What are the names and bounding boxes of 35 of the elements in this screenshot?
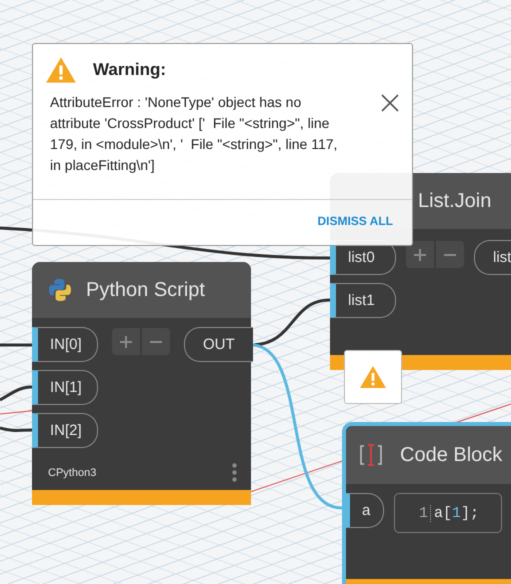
- remove-input-button[interactable]: [436, 241, 464, 268]
- logo-icon: [48, 278, 72, 302]
- output-port[interactable]: OUT: [184, 327, 253, 362]
- add-input-button[interactable]: [112, 328, 140, 355]
- warning-bubble[interactable]: [344, 350, 402, 404]
- input-port[interactable]: IN[1]: [32, 370, 98, 405]
- input-port[interactable]: list1: [330, 283, 396, 318]
- brackets-icon: [358, 443, 384, 467]
- node-card[interactable]: Code Block a 1 a[1];: [342, 422, 511, 584]
- node-title: List.Join: [418, 190, 492, 212]
- close-button[interactable]: [380, 94, 400, 114]
- output-port[interactable]: list: [474, 240, 511, 275]
- input-port[interactable]: a: [346, 493, 384, 528]
- remove-input-button[interactable]: [142, 328, 170, 355]
- wire: [0, 344, 32, 346]
- popup-title: Warning:: [93, 60, 166, 80]
- input-port[interactable]: IN[0]: [32, 327, 98, 362]
- plus-icon: [120, 336, 132, 348]
- more-icon[interactable]: [232, 463, 237, 482]
- close-icon: [381, 94, 399, 112]
- plus-icon: [414, 248, 426, 260]
- code-editor[interactable]: 1 a[1];: [394, 493, 502, 533]
- engine-label: CPython3: [48, 466, 96, 478]
- warning-icon: [359, 365, 387, 389]
- input-port[interactable]: IN[2]: [32, 413, 98, 448]
- wire: [0, 426, 32, 432]
- node-card[interactable]: Python Script IN[0] IN[1] IN[2] OUT CPython3: [32, 262, 251, 505]
- wire: [0, 386, 32, 402]
- node-title: Code Block: [400, 444, 502, 466]
- error-message: AttributeError : 'NoneType' object has no attribute 'CrossProduct' [' File "<string>", line 179, in <module>\n', ' File "<string>", line 117, in placeFitting\n']: [50, 93, 338, 175]
- add-input-button[interactable]: [406, 241, 434, 268]
- node-title: Python Script: [86, 278, 205, 302]
- code-line: a[1];: [434, 504, 480, 522]
- line-number: 1: [419, 504, 432, 522]
- warning-icon: [45, 56, 77, 84]
